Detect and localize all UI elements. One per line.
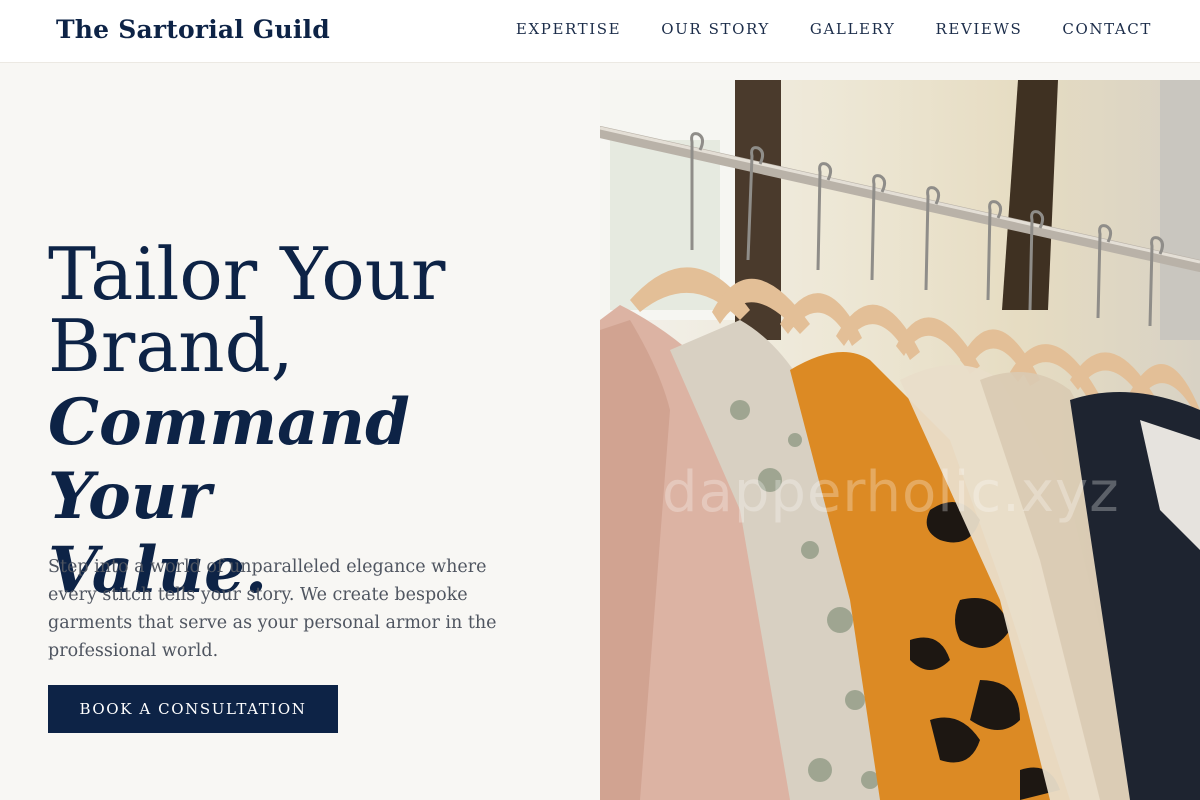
clothing-rack-illustration bbox=[600, 80, 1200, 800]
headline-line-2: Brand, bbox=[48, 304, 294, 388]
hero-description: Step into a world of unparalleled elegan… bbox=[48, 557, 497, 661]
brand-logo[interactable]: The Sartorial Guild bbox=[56, 15, 330, 44]
wall-right bbox=[1160, 80, 1200, 340]
main-nav: EXPERTISE OUR STORY GALLERY REVIEWS CONT… bbox=[516, 20, 1152, 38]
nav-item-expertise[interactable]: EXPERTISE bbox=[516, 20, 621, 38]
nav-item-our-story[interactable]: OUR STORY bbox=[661, 20, 770, 38]
image-watermark: dapperholic.xyz bbox=[662, 460, 1120, 525]
hero-section: Tailor Your Brand, Command Your Value. S… bbox=[0, 64, 600, 800]
nav-item-gallery[interactable]: GALLERY bbox=[810, 20, 896, 38]
nav-item-reviews[interactable]: REVIEWS bbox=[936, 20, 1023, 38]
site-header: The Sartorial Guild EXPERTISE OUR STORY … bbox=[0, 0, 1200, 63]
book-consultation-button[interactable]: BOOK A CONSULTATION bbox=[48, 685, 338, 733]
clothing-rack-photo: dapperholic.xyz bbox=[600, 80, 1200, 800]
headline-line-1: Tailor Your bbox=[48, 232, 446, 316]
headline-italic-1: Command Your bbox=[48, 385, 410, 534]
nav-item-contact[interactable]: CONTACT bbox=[1062, 20, 1152, 38]
